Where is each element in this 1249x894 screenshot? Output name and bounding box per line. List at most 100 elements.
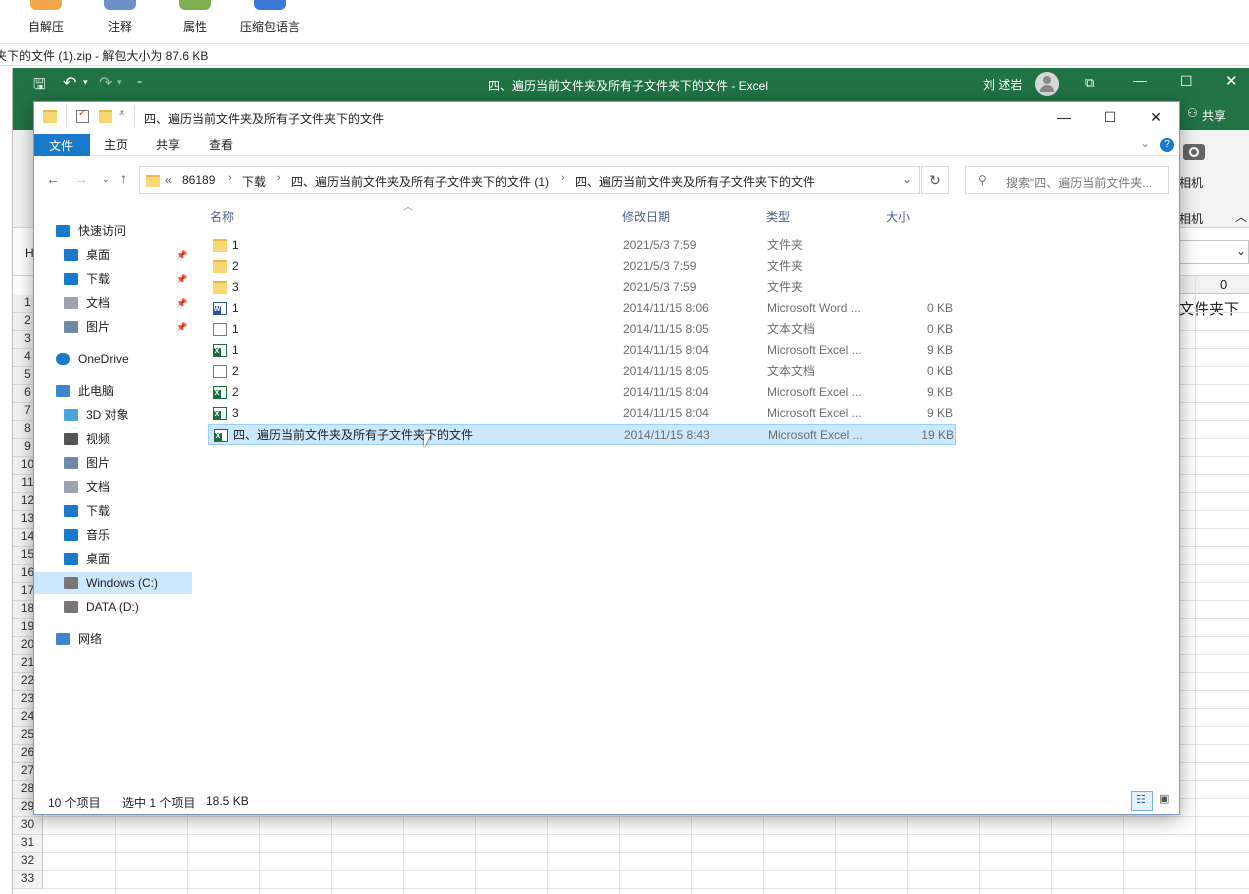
details-view-icon: ☷ [1136, 794, 1146, 806]
archive-language-button[interactable]: 压缩包语言 [238, 0, 302, 44]
details-view-button[interactable]: ☷ [1131, 791, 1153, 811]
excel-maximize-icon[interactable]: ☐ [1180, 73, 1193, 90]
back-icon[interactable]: ← [46, 171, 60, 187]
file-row[interactable]: 2 2021/5/3 7:59 文件夹 [208, 256, 956, 277]
nav-item[interactable]: 音乐 [34, 524, 192, 546]
column-header-date[interactable]: 修改日期 [622, 208, 670, 225]
document-icon [64, 297, 78, 309]
nav-item[interactable]: 下载 [34, 500, 192, 522]
search-input[interactable]: ⚲ 搜索"四、遍历当前文件夹... [965, 166, 1169, 194]
address-dropdown-icon[interactable]: ⌄ [902, 172, 912, 186]
maximize-icon: ☐ [1103, 109, 1117, 125]
row-number[interactable]: 33 [13, 871, 43, 889]
nav-item[interactable]: 桌面 📌 [34, 244, 192, 266]
save-icon[interactable]: 🖫 [33, 74, 46, 99]
address-bar[interactable]: « 86189 › 下载 › 四、遍历当前文件夹及所有子文件夹下的文件 (1) … [139, 166, 920, 194]
address-overflow-icon[interactable]: « [165, 173, 172, 187]
nav-item[interactable]: OneDrive [34, 348, 192, 370]
nav-item[interactable]: DATA (D:) [34, 596, 192, 618]
visible-cell-text[interactable]: 文件夹下 [1179, 298, 1239, 319]
nav-item[interactable]: 3D 对象 [34, 404, 192, 426]
nav-item[interactable]: 网络 [34, 628, 192, 650]
ribbon-display-options-icon[interactable]: ⧉ [1085, 75, 1094, 91]
nav-item[interactable]: 图片 📌 [34, 316, 192, 338]
column-header-type[interactable]: 类型 [766, 208, 790, 225]
nav-item[interactable]: 文档 📌 [34, 292, 192, 314]
row-number[interactable]: 32 [13, 853, 43, 871]
nav-item[interactable]: 文档 [34, 476, 192, 498]
customize-toolbar-icon[interactable]: ₌ [137, 76, 142, 87]
share-icon[interactable]: ⚇ [1187, 106, 1198, 120]
tab-view[interactable]: 查看 [209, 135, 233, 155]
nav-item[interactable]: 视频 [34, 428, 192, 450]
user-avatar[interactable] [1035, 72, 1059, 96]
maximize-button[interactable]: ☐ [1087, 102, 1133, 132]
large-icons-view-button[interactable]: ▣ [1155, 791, 1177, 811]
undo-dropdown-icon[interactable]: ▾ [83, 77, 88, 88]
close-button[interactable]: ✕ [1133, 102, 1179, 132]
properties-qat-icon[interactable]: ✓ [76, 108, 89, 123]
nav-item[interactable]: 图片 [34, 452, 192, 474]
file-name: 四、遍历当前文件夹及所有子文件夹下的文件 [233, 428, 474, 442]
file-row[interactable]: 1 2021/5/3 7:59 文件夹 [208, 235, 956, 256]
breadcrumb-chevron-icon[interactable]: › [228, 172, 232, 184]
expand-ribbon-icon[interactable]: ⌄ [1140, 136, 1150, 150]
tab-file[interactable]: 文件 [34, 134, 90, 156]
nav-item-label: 音乐 [86, 528, 111, 542]
recent-locations-icon[interactable]: ⌄ [102, 174, 110, 185]
nav-item[interactable]: 此电脑 [34, 380, 192, 402]
row-number[interactable]: 30 [13, 817, 43, 835]
nav-item[interactable]: Windows (C:) [34, 572, 192, 594]
camera-icon[interactable] [1183, 144, 1205, 160]
formula-bar-input[interactable]: ⌄ [1179, 240, 1249, 264]
nav-item[interactable]: 下载 📌 [34, 268, 192, 290]
file-row[interactable]: X 四、遍历当前文件夹及所有子文件夹下的文件 2014/11/15 8:43 Micr… [208, 424, 956, 445]
sort-ascending-icon: ︿ [403, 202, 413, 213]
share-button[interactable]: 共享 [1202, 107, 1226, 124]
file-row[interactable]: 1 2014/11/15 8:05 文本文档 0 KB [208, 319, 956, 340]
nav-item[interactable]: 快速访问 [34, 220, 192, 242]
comment-button[interactable]: 注释 [96, 0, 144, 44]
file-size: 0 KB [926, 364, 953, 378]
undo-icon[interactable]: ↶ [63, 73, 76, 93]
minimize-button[interactable]: — [1041, 102, 1087, 132]
formula-dropdown-icon[interactable]: ⌄ [1236, 244, 1246, 258]
self-extract-button[interactable]: 自解压 [22, 0, 70, 44]
breadcrumb-chevron-icon[interactable]: › [561, 172, 565, 184]
desktop-icon [64, 553, 78, 565]
customize-qat-icon[interactable]: ⩡ [119, 108, 125, 119]
column-header-size[interactable]: 大小 [886, 208, 910, 225]
refresh-button[interactable]: ↻ [921, 166, 949, 194]
new-folder-qat-icon[interactable] [99, 110, 112, 123]
file-date: 2014/11/15 8:05 [623, 322, 709, 336]
column-header-name[interactable]: 名称 [210, 208, 234, 225]
forward-icon[interactable]: → [74, 171, 88, 187]
row-number[interactable]: 31 [13, 835, 43, 853]
nav-item[interactable]: 桌面 [34, 548, 192, 570]
help-icon[interactable]: ? [1160, 138, 1174, 152]
file-row[interactable]: 2 2014/11/15 8:05 文本文档 0 KB [208, 361, 956, 382]
file-date: 2014/11/15 8:43 [624, 428, 710, 442]
tab-home[interactable]: 主页 [104, 135, 128, 155]
tab-share[interactable]: 共享 [156, 135, 180, 155]
up-icon[interactable]: ↑ [120, 170, 127, 186]
file-row[interactable]: X 3 2014/11/15 8:04 Microsoft Excel ... 9 KB [208, 403, 956, 424]
collapse-ribbon-icon[interactable]: ︿ [1235, 208, 1247, 225]
camera-ribbon-label[interactable]: 相机 [1179, 174, 1203, 191]
pin-icon: 📌 [176, 250, 188, 260]
breadcrumb-chevron-icon[interactable]: › [277, 172, 281, 184]
file-row[interactable]: 3 2021/5/3 7:59 文件夹 [208, 277, 956, 298]
excel-minimize-icon[interactable]: — [1133, 72, 1147, 88]
file-row[interactable]: X 1 2014/11/15 8:04 Microsoft Excel ... 9 KB [208, 340, 956, 361]
breadcrumb-86189[interactable]: 86189 [182, 173, 215, 187]
breadcrumb-downloads[interactable]: 下载 [242, 173, 266, 190]
search-icon: ⚲ [978, 173, 987, 187]
properties-button[interactable]: 属性 [171, 0, 219, 44]
excel-close-icon[interactable]: ✕ [1225, 72, 1238, 90]
file-row[interactable]: W 1 2014/11/15 8:06 Microsoft Word ... 0 KB [208, 298, 956, 319]
breadcrumb-parent-folder[interactable]: 四、遍历当前文件夹及所有子文件夹下的文件 (1) [291, 173, 549, 190]
file-row[interactable]: X 2 2014/11/15 8:04 Microsoft Excel ... 9 KB [208, 382, 956, 403]
redo-icon[interactable]: ↷ [99, 73, 112, 93]
breadcrumb-current-folder[interactable]: 四、遍历当前文件夹及所有子文件夹下的文件 [575, 173, 815, 190]
redo-dropdown-icon[interactable]: ▾ [117, 77, 122, 88]
